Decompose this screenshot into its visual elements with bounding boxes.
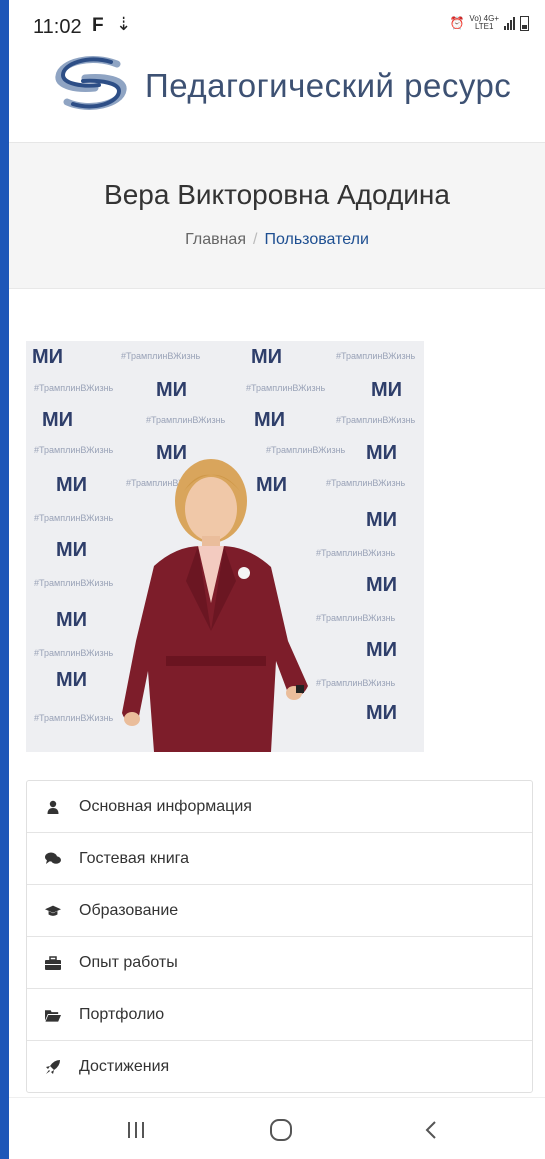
svg-text:#ТрамплинВЖизнь: #ТрамплинВЖизнь [146,415,226,425]
signal-icon [504,16,515,30]
svg-text:МИ: МИ [366,702,397,724]
system-navigation-bar [9,1097,545,1159]
svg-text:МИ: МИ [366,509,397,531]
menu-item-portfolio[interactable]: Портфолио [27,989,532,1041]
menu-label: Портфолио [79,1005,165,1023]
profile-photo: МИ МИ МИ МИ МИ МИ МИ МИ МИ МИ МИ МИ МИ М… [26,341,424,752]
site-title[interactable]: Педагогический ресурс [145,67,511,105]
svg-text:МИ: МИ [254,409,285,431]
svg-text:МИ: МИ [156,442,187,464]
breadcrumb-separator: / [253,231,258,248]
menu-item-basic-info[interactable]: Основная информация [27,781,532,833]
status-icons: ⏰ Vo) 4G+ LTE1 [449,15,529,31]
folder-open-icon [45,1007,61,1023]
rocket-icon [45,1059,61,1075]
svg-text:#ТрамплинВЖизнь: #ТрамплинВЖизнь [34,578,114,588]
svg-text:#ТрамплинВЖизнь: #ТрамплинВЖизнь [326,478,406,488]
svg-text:#ТрамплинВЖизнь: #ТрамплинВЖизнь [336,351,416,361]
download-icon: ⇣ [116,14,132,34]
menu-item-guestbook[interactable]: Гостевая книга [27,833,532,885]
svg-text:МИ: МИ [56,609,87,631]
menu-item-work-experience[interactable]: Опыт работы [27,937,532,989]
menu-label: Опыт работы [79,953,178,971]
svg-text:#ТрамплинВЖизнь: #ТрамплинВЖизнь [316,548,396,558]
status-indicator-f: F [92,15,104,36]
svg-text:МИ: МИ [32,346,63,368]
phone-screen: 11:02 F ⇣ ⏰ Vo) 4G+ LTE1 Педагогический … [9,0,545,1159]
svg-text:#ТрамплинВЖизнь: #ТрамплинВЖизнь [34,383,114,393]
svg-text:МИ: МИ [56,539,87,561]
svg-text:МИ: МИ [42,409,73,431]
recents-icon[interactable] [116,1116,156,1144]
menu-item-achievements[interactable]: Достижения [27,1041,532,1092]
graduation-cap-icon [45,903,61,919]
menu-label: Образование [79,901,179,919]
svg-text:#ТрамплинВЖизнь: #ТрамплинВЖизнь [336,415,416,425]
svg-text:МИ: МИ [371,379,402,401]
breadcrumb-users-link[interactable]: Пользователи [264,231,368,248]
svg-text:МИ: МИ [366,639,397,661]
menu-label: Гостевая книга [79,849,190,867]
status-time: 11:02 [33,16,82,38]
svg-text:МИ: МИ [56,474,87,496]
alarm-icon: ⏰ [449,16,465,30]
site-logo-icon[interactable] [47,56,133,110]
breadcrumb-home-link[interactable]: Главная [185,231,246,248]
svg-text:МИ: МИ [251,346,282,368]
svg-text:МИ: МИ [156,379,187,401]
user-icon [45,799,61,815]
menu-label: Основная информация [79,797,252,815]
menu-item-education[interactable]: Образование [27,885,532,937]
comments-icon [45,851,61,867]
battery-icon [520,15,529,31]
svg-text:МИ: МИ [366,442,397,464]
profile-menu: Основная информация Гостевая книга Образ… [26,780,533,1093]
svg-text:МИ: МИ [366,574,397,596]
svg-text:МИ: МИ [256,474,287,496]
profile-photo-image: МИ МИ МИ МИ МИ МИ МИ МИ МИ МИ МИ МИ МИ М… [26,341,424,752]
svg-text:#ТрамплинВЖизнь: #ТрамплинВЖизнь [316,678,396,688]
svg-text:#ТрамплинВЖизнь: #ТрамплинВЖизнь [246,383,326,393]
svg-text:#ТрамплинВЖизнь: #ТрамплинВЖизнь [34,445,114,455]
svg-text:МИ: МИ [56,669,87,691]
svg-text:#ТрамплинВЖизнь: #ТрамплинВЖизнь [34,648,114,658]
svg-text:#ТрамплинВЖизнь: #ТрамплинВЖизнь [34,713,114,723]
briefcase-icon [45,955,61,971]
breadcrumb: Главная / Пользователи [9,231,545,249]
svg-text:#ТрамплинВЖизнь: #ТрамплинВЖизнь [266,445,346,455]
back-icon[interactable] [411,1116,451,1144]
status-bar: 11:02 F ⇣ ⏰ Vo) 4G+ LTE1 [9,0,545,50]
svg-text:#ТрамплинВЖизнь: #ТрамплинВЖизнь [316,613,396,623]
menu-label: Достижения [79,1057,170,1075]
svg-text:#ТрамплинВЖизнь: #ТрамплинВЖизнь [121,351,201,361]
network-type: Vo) 4G+ LTE1 [469,14,499,31]
page-title: Вера Викторовна Адодина [104,179,450,210]
page-heading: Вера Викторовна Адодина Главная / Пользова… [9,143,545,289]
site-header: Педагогический ресурс [9,50,545,143]
home-icon[interactable] [261,1116,301,1144]
svg-text:#ТрамплинВЖизнь: #ТрамплинВЖизнь [34,513,114,523]
